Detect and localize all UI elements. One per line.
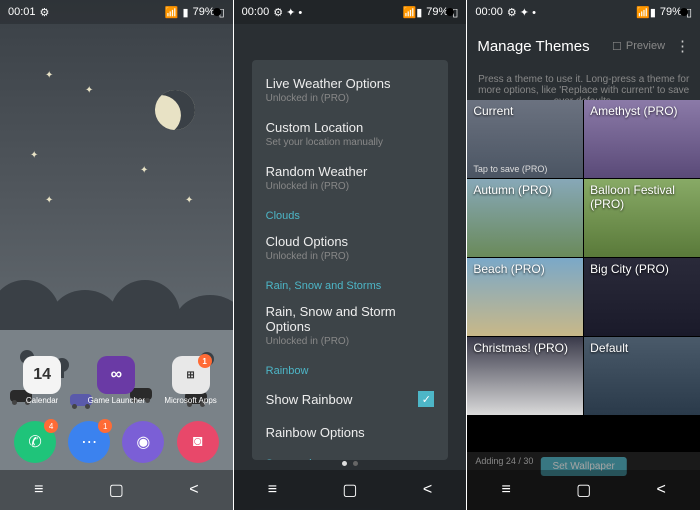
status-time: 00:00 bbox=[475, 6, 503, 18]
home-screen: ✦ ✦ ✦ ✦ ✦ ✦ 00:01⚙ 📶▮79%▯ 14 Calendar bbox=[0, 0, 233, 510]
home-button[interactable]: ▢ bbox=[340, 480, 360, 500]
status-bar: 00:01⚙ 📶▮79%▯ bbox=[0, 0, 233, 24]
back-button[interactable]: < bbox=[651, 480, 671, 500]
star-icon: ✦ bbox=[45, 70, 53, 81]
star-icon: ✦ bbox=[45, 195, 53, 206]
back-button[interactable]: < bbox=[418, 480, 438, 500]
recents-button[interactable]: ≡ bbox=[496, 480, 516, 500]
phone-app[interactable]: ✆4 bbox=[14, 421, 56, 463]
theme-cell[interactable]: Amethyst (PRO) bbox=[584, 100, 700, 178]
home-button[interactable]: ▢ bbox=[106, 480, 126, 500]
camera-icon: ◙ bbox=[193, 433, 203, 451]
app-calendar[interactable]: 14 Calendar bbox=[21, 356, 63, 405]
setting-rainbow-options[interactable]: Rainbow Options bbox=[252, 417, 449, 448]
setting-random-weather[interactable]: Random WeatherUnlocked in (PRO) bbox=[252, 156, 449, 200]
theme-cell[interactable]: Balloon Festival (PRO) bbox=[584, 179, 700, 257]
home-button[interactable]: ▢ bbox=[574, 480, 594, 500]
themes-screen: 00:00⚙ ✦ • 📶▮79%▯ Manage Themes ☐ Previe… bbox=[467, 0, 700, 510]
theme-cell[interactable]: Autumn (PRO) bbox=[467, 179, 583, 257]
setting-rain-options[interactable]: Rain, Snow and Storm OptionsUnlocked in … bbox=[252, 296, 449, 355]
setting-show-rainbow[interactable]: Show Rainbow✓ bbox=[252, 381, 449, 417]
section-rainbow: Rainbow bbox=[252, 355, 449, 381]
status-time: 00:00 bbox=[242, 6, 270, 18]
signal-icon: ▮ bbox=[183, 6, 189, 19]
theme-cell[interactable]: CurrentTap to save (PRO) bbox=[467, 100, 583, 178]
messages-app[interactable]: ⋯1 bbox=[68, 421, 110, 463]
app-game-launcher[interactable]: ∞ Game Launcher bbox=[95, 356, 137, 405]
setting-custom-location[interactable]: Custom LocationSet your location manuall… bbox=[252, 112, 449, 156]
camera-app[interactable]: ◙ bbox=[177, 421, 219, 463]
settings-screen: 00:00⚙ ✦ • 📶▮79%▯ Search ⋮ Live Weather … bbox=[234, 0, 467, 510]
game-launcher-icon: ∞ bbox=[97, 356, 135, 394]
setting-cloud-options[interactable]: Cloud OptionsUnlocked in (PRO) bbox=[252, 226, 449, 270]
theme-cell[interactable]: Beach (PRO) bbox=[467, 258, 583, 336]
moon-icon bbox=[149, 84, 200, 135]
back-button[interactable]: < bbox=[184, 480, 204, 500]
settings-panel[interactable]: Live Weather OptionsUnlocked in (PRO) Cu… bbox=[252, 60, 449, 460]
star-icon: ✦ bbox=[185, 195, 193, 206]
folder-icon: ⊞1 bbox=[172, 356, 210, 394]
chat-icon: ⋯ bbox=[81, 432, 97, 452]
page-indicator bbox=[234, 461, 467, 466]
app-row: 14 Calendar ∞ Game Launcher ⊞1 Microsoft… bbox=[5, 356, 228, 405]
theme-cell[interactable]: Big City (PRO) bbox=[584, 258, 700, 336]
settings-icon: ⚙ bbox=[40, 6, 50, 19]
recents-button[interactable]: ≡ bbox=[262, 480, 282, 500]
nav-bar: ≡ ▢ < bbox=[0, 470, 233, 510]
checkbox-checked-icon[interactable]: ✓ bbox=[418, 391, 434, 407]
status-bar: 00:00⚙ ✦ • 📶▮79%▯ bbox=[234, 0, 467, 24]
preview-toggle[interactable]: ☐ Preview bbox=[612, 40, 665, 53]
app-microsoft[interactable]: ⊞1 Microsoft Apps bbox=[170, 356, 212, 405]
dock: ✆4 ⋯1 ◉ ◙ bbox=[0, 414, 233, 470]
theme-cell[interactable]: Default bbox=[584, 337, 700, 415]
camera-hole bbox=[680, 8, 688, 16]
star-icon: ✦ bbox=[140, 165, 148, 176]
calendar-icon: 14 bbox=[23, 356, 61, 394]
setting-live-weather[interactable]: Live Weather OptionsUnlocked in (PRO) bbox=[252, 68, 449, 112]
theme-grid[interactable]: CurrentTap to save (PRO)Amethyst (PRO)Au… bbox=[467, 100, 700, 452]
battery-pct: 79% bbox=[193, 6, 215, 18]
camera-hole bbox=[213, 8, 221, 16]
section-clouds: Clouds bbox=[252, 200, 449, 226]
section-seasonal: Seasonal bbox=[252, 448, 449, 460]
globe-icon: ◉ bbox=[136, 432, 150, 452]
star-icon: ✦ bbox=[85, 85, 93, 96]
nav-bar: ≡ ▢ < bbox=[467, 470, 700, 510]
overflow-icon[interactable]: ⋮ bbox=[675, 37, 690, 55]
nav-bar: ≡ ▢ < bbox=[234, 470, 467, 510]
page-title: Manage Themes bbox=[477, 38, 589, 55]
status-time: 00:01 bbox=[8, 6, 36, 18]
theme-cell[interactable]: Christmas! (PRO) bbox=[467, 337, 583, 415]
wifi-icon: 📶 bbox=[165, 6, 179, 19]
browser-app[interactable]: ◉ bbox=[122, 421, 164, 463]
recents-button[interactable]: ≡ bbox=[29, 480, 49, 500]
section-rain: Rain, Snow and Storms bbox=[252, 270, 449, 296]
star-icon: ✦ bbox=[30, 150, 38, 161]
phone-icon: ✆ bbox=[28, 432, 41, 452]
status-bar: 00:00⚙ ✦ • 📶▮79%▯ bbox=[467, 0, 700, 24]
theme-header: Manage Themes ☐ Preview ⋮ bbox=[467, 24, 700, 68]
